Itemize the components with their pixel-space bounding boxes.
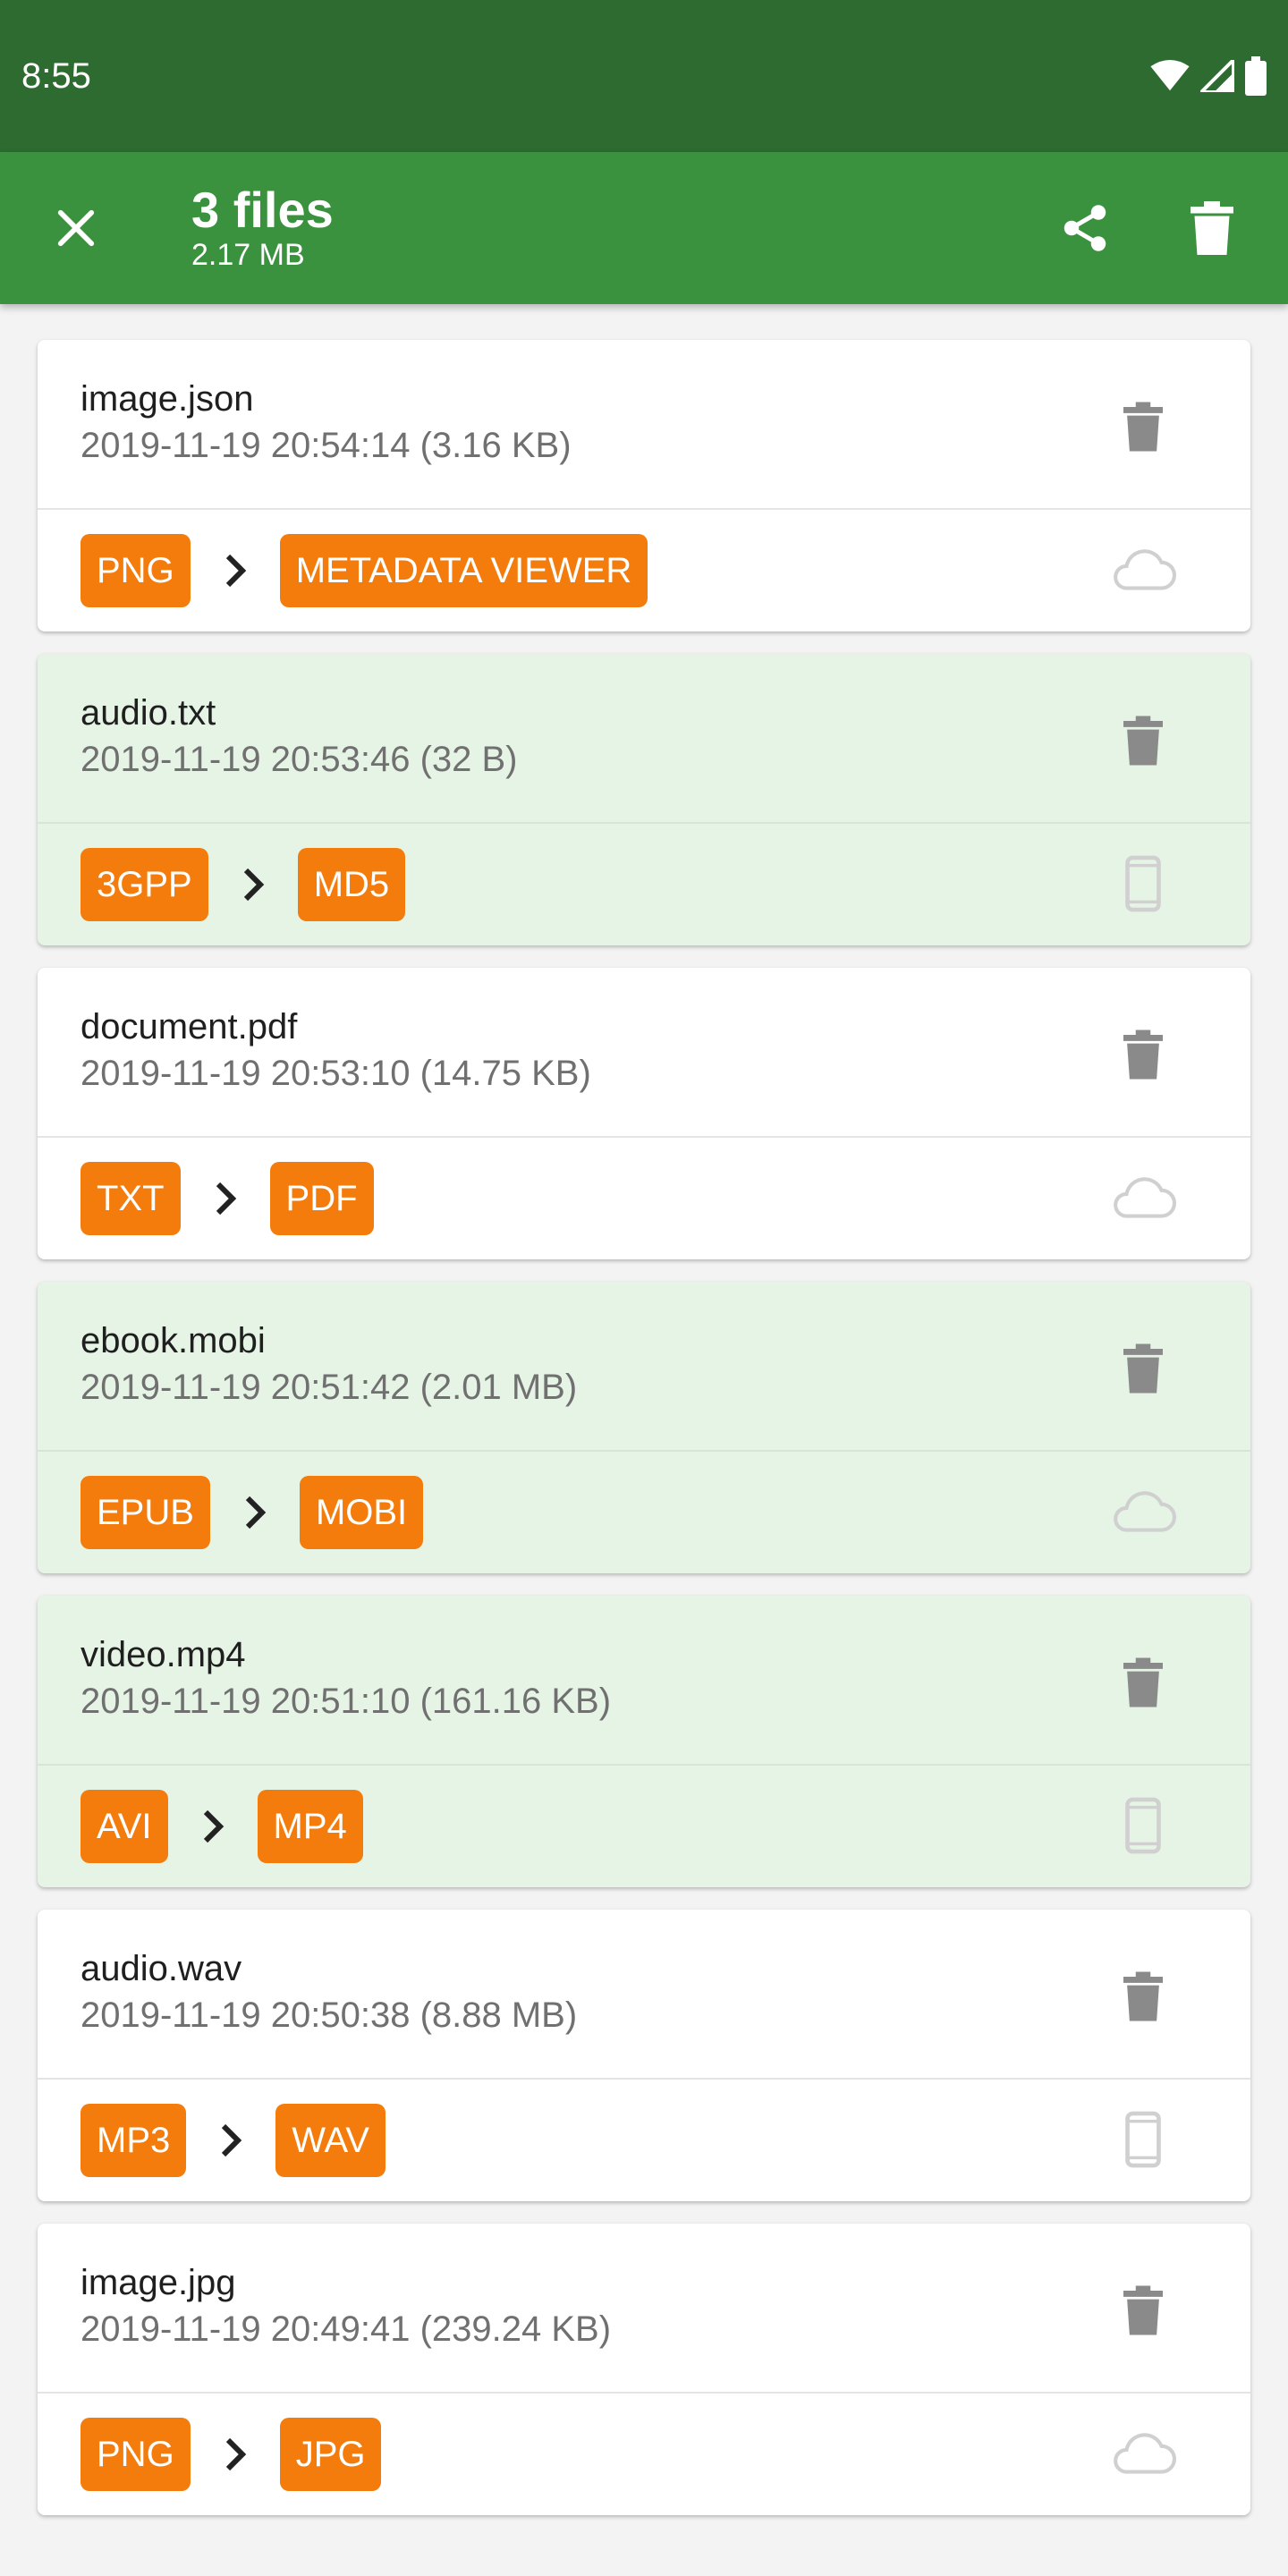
target-format-chip[interactable]: MP4 <box>257 1790 363 1863</box>
status-bar: 8:55 <box>0 0 1288 152</box>
file-name: audio.wav <box>80 1949 242 1988</box>
share-icon <box>1063 205 1106 251</box>
app-bar: 3 files 2.17 MB <box>0 152 1288 304</box>
file-info: audio.wav 2019-11-19 20:50:38 (8.88 MB) <box>38 1910 1250 2080</box>
chevron-right-icon <box>204 2123 258 2158</box>
file-card[interactable]: audio.txt 2019-11-19 20:53:46 (32 B) 3GP… <box>38 654 1250 945</box>
file-meta: 2019-11-19 20:51:42 (2.01 MB) <box>80 1368 578 1407</box>
cloud-icon <box>1109 538 1177 601</box>
file-meta: 2019-11-19 20:51:10 (161.16 KB) <box>80 1682 612 1721</box>
delete-file-button[interactable] <box>1116 2281 1170 2343</box>
delete-file-button[interactable] <box>1116 711 1170 774</box>
file-card[interactable]: ebook.mobi 2019-11-19 20:51:42 (2.01 MB)… <box>38 1282 1250 1573</box>
conversion-row: MP3 WAV <box>38 2080 1250 2201</box>
file-meta: 2019-11-19 20:53:10 (14.75 KB) <box>80 1054 591 1093</box>
selection-size: 2.17 MB <box>191 238 305 272</box>
chevron-right-icon <box>199 1181 252 1216</box>
target-format-chip[interactable]: MD5 <box>297 848 406 921</box>
file-info: audio.txt 2019-11-19 20:53:46 (32 B) <box>38 654 1250 824</box>
trash-icon <box>1123 1343 1163 1398</box>
file-meta: 2019-11-19 20:53:46 (32 B) <box>80 740 518 779</box>
file-name: audio.txt <box>80 693 216 733</box>
chevron-right-icon <box>228 1495 282 1530</box>
trash-icon <box>1123 1030 1163 1084</box>
source-format-chip[interactable]: AVI <box>80 1790 168 1863</box>
trash-icon <box>1123 2285 1163 2340</box>
file-info: image.json 2019-11-19 20:54:14 (3.16 KB) <box>38 340 1250 510</box>
trash-icon <box>1191 201 1233 255</box>
file-card[interactable]: video.mp4 2019-11-19 20:51:10 (161.16 KB… <box>38 1596 1250 1887</box>
close-icon <box>57 209 95 247</box>
trash-icon <box>1123 1657 1163 1712</box>
target-format-chip[interactable]: WAV <box>275 2104 386 2177</box>
file-name: image.json <box>80 379 254 419</box>
cloud-icon <box>1109 1166 1177 1229</box>
conversion-row: PNG JPG <box>38 2394 1250 2515</box>
target-format-chip[interactable]: JPG <box>279 2418 382 2491</box>
trash-icon <box>1123 1971 1163 2026</box>
target-format-chip[interactable]: METADATA VIEWER <box>279 534 648 607</box>
file-card[interactable]: audio.wav 2019-11-19 20:50:38 (8.88 MB) … <box>38 1910 1250 2201</box>
delete-file-button[interactable] <box>1116 1025 1170 1088</box>
app-actions <box>1045 188 1252 268</box>
source-format-chip[interactable]: MP3 <box>80 2104 187 2177</box>
file-name: video.mp4 <box>80 1635 246 1674</box>
source-format-chip[interactable]: EPUB <box>80 1476 210 1549</box>
conversion-row: 3GPP MD5 <box>38 824 1250 945</box>
file-info: image.jpg 2019-11-19 20:49:41 (239.24 KB… <box>38 2224 1250 2394</box>
status-time: 8:55 <box>21 55 91 96</box>
delete-file-button[interactable] <box>1116 397 1170 460</box>
page-title: 3 files <box>191 182 334 238</box>
file-meta: 2019-11-19 20:54:14 (3.16 KB) <box>80 426 572 465</box>
file-info: document.pdf 2019-11-19 20:53:10 (14.75 … <box>38 968 1250 1138</box>
signal-icon <box>1200 60 1234 92</box>
file-card[interactable]: image.json 2019-11-19 20:54:14 (3.16 KB)… <box>38 340 1250 631</box>
delete-file-button[interactable] <box>1116 1653 1170 1716</box>
delete-file-button[interactable] <box>1116 1339 1170 1402</box>
delete-all-button[interactable] <box>1172 188 1252 268</box>
file-name: image.jpg <box>80 2263 236 2302</box>
phone-icon <box>1109 852 1177 915</box>
file-name: ebook.mobi <box>80 1321 266 1360</box>
conversion-row: TXT PDF <box>38 1138 1250 1259</box>
source-format-chip[interactable]: PNG <box>80 2418 191 2491</box>
source-format-chip[interactable]: PNG <box>80 534 191 607</box>
target-format-chip[interactable]: MOBI <box>299 1476 424 1549</box>
status-icons <box>1150 56 1267 96</box>
trash-icon <box>1123 402 1163 456</box>
file-meta: 2019-11-19 20:49:41 (239.24 KB) <box>80 2309 612 2349</box>
close-selection-button[interactable] <box>36 188 116 268</box>
file-info: video.mp4 2019-11-19 20:51:10 (161.16 KB… <box>38 1596 1250 1766</box>
selection-summary: 3 files 2.17 MB <box>191 183 334 273</box>
source-format-chip[interactable]: 3GPP <box>80 848 208 921</box>
delete-file-button[interactable] <box>1116 1967 1170 2029</box>
conversion-row: EPUB MOBI <box>38 1452 1250 1573</box>
conversion-row: PNG METADATA VIEWER <box>38 510 1250 631</box>
trash-icon <box>1123 716 1163 770</box>
file-card[interactable]: image.jpg 2019-11-19 20:49:41 (239.24 KB… <box>38 2224 1250 2515</box>
cloud-icon <box>1109 1480 1177 1543</box>
file-meta: 2019-11-19 20:50:38 (8.88 MB) <box>80 1996 578 2035</box>
source-format-chip[interactable]: TXT <box>80 1162 181 1235</box>
file-info: ebook.mobi 2019-11-19 20:51:42 (2.01 MB) <box>38 1282 1250 1452</box>
conversion-row: AVI MP4 <box>38 1766 1250 1887</box>
target-format-chip[interactable]: PDF <box>269 1162 374 1235</box>
chevron-right-icon <box>208 553 262 589</box>
chevron-right-icon <box>208 2436 262 2472</box>
file-list: image.json 2019-11-19 20:54:14 (3.16 KB)… <box>0 304 1288 2515</box>
wifi-icon <box>1150 60 1190 91</box>
chevron-right-icon <box>186 1809 240 1844</box>
phone-icon <box>1109 2108 1177 2171</box>
chevron-right-icon <box>226 867 280 902</box>
phone-icon <box>1109 1794 1177 1857</box>
cloud-icon <box>1109 2422 1177 2485</box>
share-button[interactable] <box>1045 188 1125 268</box>
file-card[interactable]: document.pdf 2019-11-19 20:53:10 (14.75 … <box>38 968 1250 1259</box>
battery-icon <box>1245 56 1267 96</box>
file-name: document.pdf <box>80 1007 298 1046</box>
